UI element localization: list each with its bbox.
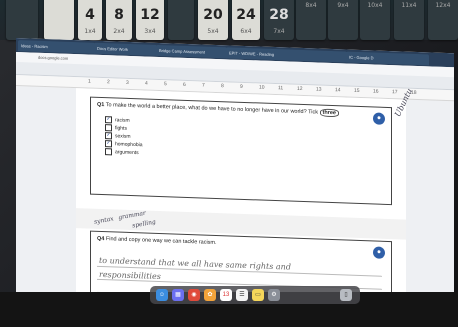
card-label: 3x4 <box>144 28 156 35</box>
question-1-box: Q1 To make the world a better place, wha… <box>90 87 414 206</box>
calendar-icon[interactable]: 13 <box>220 289 232 301</box>
question-4-prompt: Find and copy one way we can tackle raci… <box>105 236 217 247</box>
ruler-tick-label: 4 <box>145 80 148 87</box>
finder-icon[interactable]: ☺ <box>156 289 168 301</box>
ruler-tick-label: 10 <box>259 84 265 91</box>
avatar[interactable]: ● <box>373 246 385 259</box>
checked-checkbox-icon[interactable]: ✓ <box>105 132 112 140</box>
document-page: Q1 To make the world a better place, wha… <box>76 87 414 312</box>
number-card: 12x4 <box>428 0 458 40</box>
number-card: 12 3x4 <box>136 0 164 40</box>
card-number: 20 <box>203 7 223 23</box>
option-label: arguments <box>115 149 139 157</box>
question-1-number: Q1 <box>97 101 105 109</box>
ruler-tick-label: 8 <box>221 83 224 90</box>
option-item[interactable]: ✓ homophobia <box>105 140 143 148</box>
number-card: 11x4 <box>394 0 424 40</box>
checked-checkbox-icon[interactable]: ✓ <box>105 116 112 124</box>
ruler-tick-label: 7 <box>202 82 205 89</box>
card-label: 9x4 <box>337 2 349 9</box>
number-card <box>44 0 74 40</box>
ruler-tick-label: 13 <box>316 86 322 93</box>
question-4-text: Q4 Find and copy one way we can tackle r… <box>97 236 217 246</box>
launchpad-icon[interactable]: ▦ <box>172 289 184 301</box>
number-card: 20 5x4 <box>198 0 228 40</box>
ruler-tick-label: 17 <box>392 89 398 96</box>
card-label: 12x4 <box>435 2 451 9</box>
card-number: 8 <box>114 7 124 23</box>
number-card: 9x4 <box>328 0 358 40</box>
ruler-tick-label: 14 <box>335 87 341 94</box>
monitor-screen: Ideas - Racism Docs Editor Work Bridge Cam… <box>16 38 454 312</box>
settings-icon[interactable]: ⚙ <box>268 289 280 301</box>
notes-icon[interactable]: ▭ <box>252 289 264 301</box>
option-item[interactable]: fights <box>105 124 127 132</box>
question-1-tick-word: three <box>319 108 339 118</box>
number-card: 28 7x4 <box>264 0 294 40</box>
option-item[interactable]: ✓ sexism <box>105 132 131 140</box>
ruler-tick-label: 9 <box>240 83 243 90</box>
card-number: 28 <box>269 7 289 23</box>
ruler-tick-label: 15 <box>354 87 360 94</box>
question-4-number: Q4 <box>97 235 105 243</box>
number-card: 8 2x4 <box>106 0 132 40</box>
option-label: racism <box>115 117 130 124</box>
checkbox-icon[interactable] <box>105 124 112 132</box>
mac-dock: ☺ ▦ ◉ ✿ 13 ☰ ▭ ⚙ ▯ <box>150 286 360 304</box>
card-label: 10x4 <box>367 2 383 9</box>
number-card: 10x4 <box>360 0 390 40</box>
option-item[interactable]: arguments <box>105 148 139 156</box>
question-1-text: Q1 To make the world a better place, wha… <box>97 101 339 118</box>
reminders-icon[interactable]: ☰ <box>236 289 248 301</box>
number-card <box>6 0 38 40</box>
checked-checkbox-icon[interactable]: ✓ <box>105 140 112 148</box>
trash-icon[interactable]: ▯ <box>340 289 352 301</box>
option-label: homophobia <box>115 141 143 149</box>
card-number: 12 <box>140 7 160 23</box>
card-label: 11x4 <box>401 2 417 9</box>
card-label: 8x4 <box>305 2 317 9</box>
checkbox-icon[interactable] <box>105 148 112 156</box>
ruler-tick-label: 12 <box>297 85 303 93</box>
card-label: 2x4 <box>113 28 125 35</box>
ruler-tick-label: 1 <box>88 78 91 85</box>
avatar[interactable]: ● <box>373 112 385 125</box>
chrome-icon[interactable]: ◉ <box>188 289 200 301</box>
card-number: 24 <box>236 7 256 23</box>
number-card: 24 6x4 <box>232 0 260 40</box>
option-label: sexism <box>115 133 131 140</box>
ruler-tick-label: 6 <box>183 81 186 88</box>
card-label: 6x4 <box>240 28 252 35</box>
ruler-tick-label: 2 <box>107 79 110 86</box>
photos-icon[interactable]: ✿ <box>204 289 216 301</box>
ruler-tick-label: 16 <box>373 88 379 95</box>
question-1-prompt: To make the world a better place, what d… <box>105 102 318 116</box>
number-card: 8x4 <box>296 0 326 40</box>
card-label: 7x4 <box>273 28 285 35</box>
card-label: 5x4 <box>207 28 219 35</box>
number-card <box>168 0 194 40</box>
number-card: 4 1x4 <box>78 0 102 40</box>
card-label: 1x4 <box>84 28 96 35</box>
browser-tab[interactable]: Docs Editor Work <box>94 42 157 56</box>
option-item[interactable]: ✓ racism <box>105 116 130 124</box>
ruler-tick-label: 11 <box>278 85 284 92</box>
option-label: fights <box>115 125 127 132</box>
ruler-tick-label: 5 <box>164 81 167 88</box>
number-cards-strip: 4 1x4 8 2x4 12 3x4 20 5x4 24 6x4 28 7x4 8x4 9x4 10x4 11… <box>0 0 458 40</box>
ruler-tick-label: 3 <box>126 79 129 86</box>
photo-scene: 4 1x4 8 2x4 12 3x4 20 5x4 24 6x4 28 7x4 8x4 9x4 10x4 11… <box>0 0 458 327</box>
card-number: 4 <box>85 7 95 23</box>
